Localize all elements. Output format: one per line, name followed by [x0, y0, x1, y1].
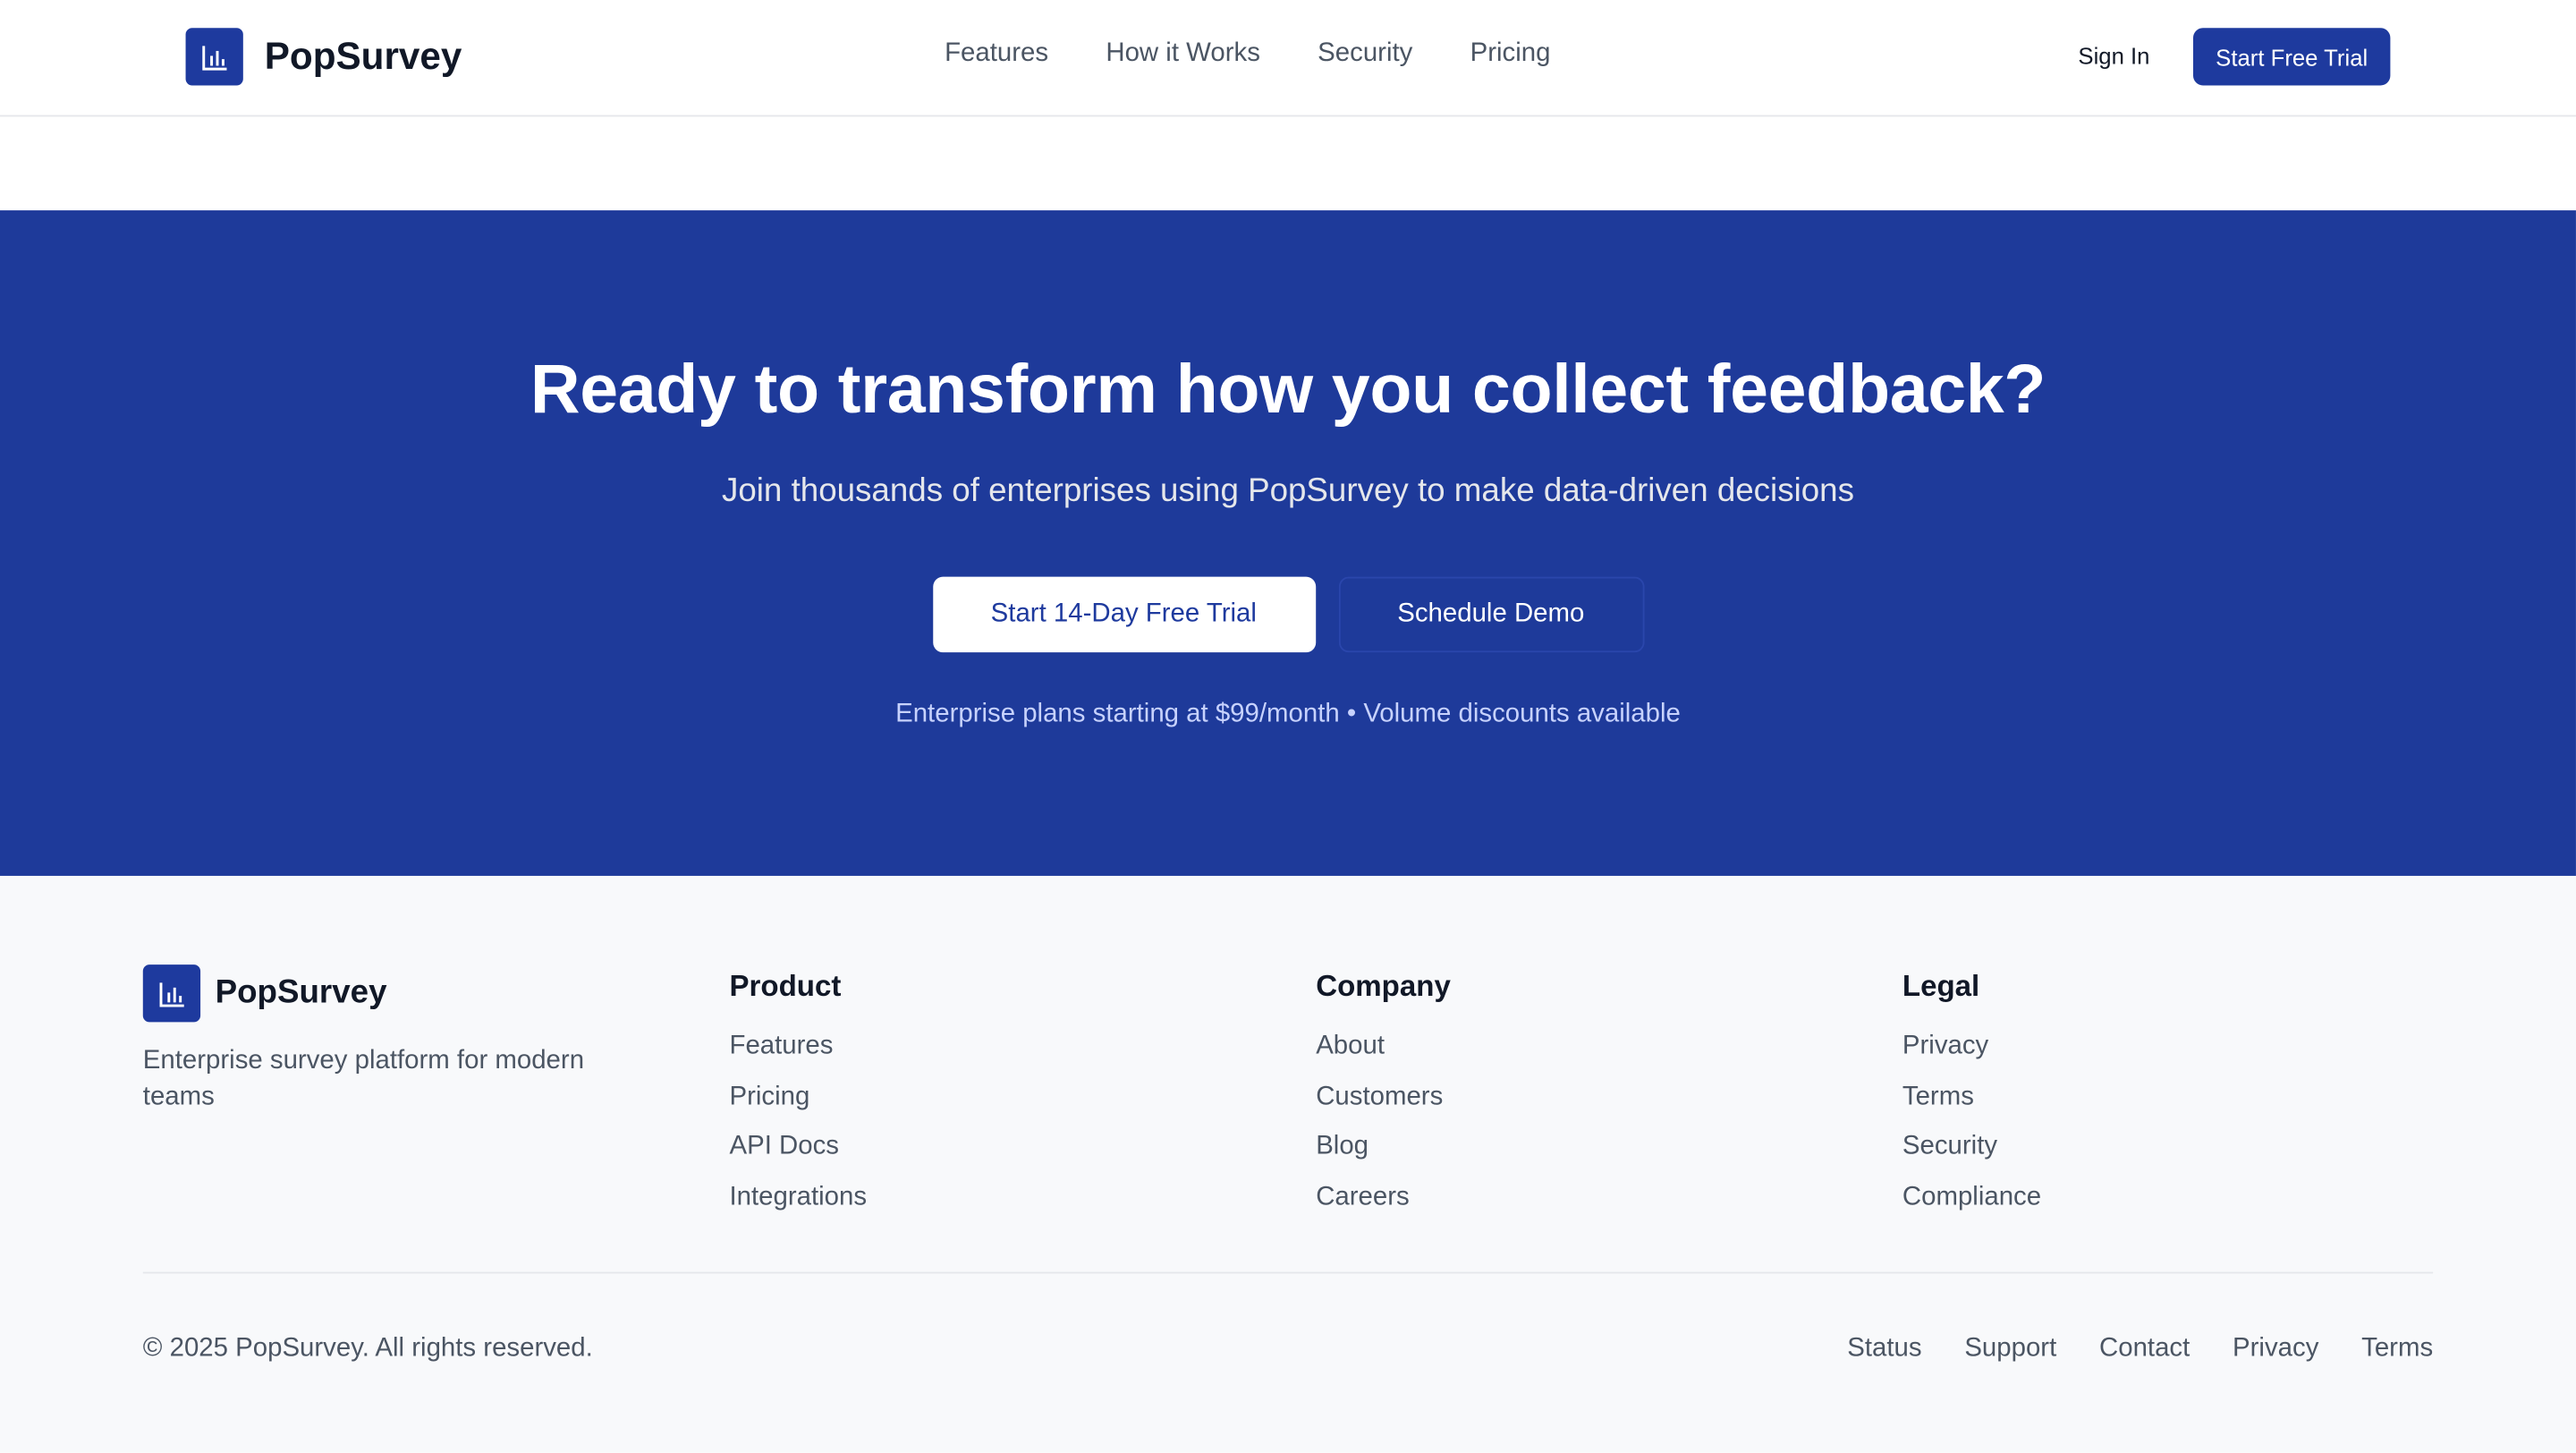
footer-divider — [142, 1271, 2434, 1274]
footer-column-company: Company About Customers Blog Careers — [1316, 970, 1451, 1231]
nav-features[interactable]: Features — [945, 39, 1048, 69]
bottom-link-privacy[interactable]: Privacy — [2233, 1334, 2318, 1364]
footer-link-blog[interactable]: Blog — [1316, 1131, 1451, 1181]
top-header: PopSurvey Features How it Works Security… — [0, 0, 2576, 117]
footer-column-product: Product Features Pricing API Docs Integr… — [729, 970, 867, 1231]
footer-link-features[interactable]: Features — [729, 1031, 867, 1081]
page: PopSurvey Features How it Works Security… — [0, 0, 2576, 1453]
footer-link-compliance[interactable]: Compliance — [1902, 1181, 2041, 1231]
start-14-day-trial-button[interactable]: Start 14-Day Free Trial — [932, 576, 1316, 653]
footer-bottom-links: Status Support Contact Privacy Terms — [1847, 1334, 2433, 1364]
footer-link-terms[interactable]: Terms — [1902, 1081, 2041, 1131]
brand-logo[interactable]: PopSurvey — [185, 28, 462, 86]
footer-link-about[interactable]: About — [1316, 1031, 1451, 1081]
cta-subtitle: Join thousands of enterprises using PopS… — [721, 472, 1854, 510]
footer-brand-logo[interactable]: PopSurvey — [142, 964, 387, 1023]
brand-name: PopSurvey — [264, 34, 462, 78]
footer-column-legal: Legal Privacy Terms Security Compliance — [1902, 970, 2041, 1231]
nav-pricing[interactable]: Pricing — [1470, 39, 1551, 69]
nav-security[interactable]: Security — [1318, 39, 1412, 69]
pricing-note: Enterprise plans starting at $99/month •… — [895, 700, 1681, 728]
sign-in-link[interactable]: Sign In — [2078, 43, 2149, 69]
cta-title: Ready to transform how you collect feedb… — [530, 350, 2046, 428]
bar-chart-icon — [142, 964, 201, 1023]
footer-link-privacy[interactable]: Privacy — [1902, 1031, 2041, 1081]
footer-link-pricing[interactable]: Pricing — [729, 1081, 867, 1131]
schedule-demo-button[interactable]: Schedule Demo — [1337, 576, 1644, 653]
bottom-link-contact[interactable]: Contact — [2099, 1334, 2190, 1364]
bottom-link-status[interactable]: Status — [1847, 1334, 1921, 1364]
nav-how-it-works[interactable]: How it Works — [1106, 39, 1260, 69]
copyright-text: © 2025 PopSurvey. All rights reserved. — [142, 1334, 593, 1363]
cta-buttons: Start 14-Day Free Trial Schedule Demo — [0, 576, 2576, 653]
main-nav: Features How it Works Security Pricing — [945, 39, 1550, 69]
footer-tagline: Enterprise survey platform for modern te… — [142, 1046, 585, 1111]
bar-chart-icon — [185, 28, 243, 86]
footer-brand-name: PopSurvey — [215, 974, 387, 1011]
footer-link-api-docs[interactable]: API Docs — [729, 1131, 867, 1181]
footer-column-title: Company — [1316, 969, 1451, 1003]
cta-section: Ready to transform how you collect feedb… — [0, 210, 2576, 876]
footer-link-careers[interactable]: Careers — [1316, 1181, 1451, 1231]
footer-link-integrations[interactable]: Integrations — [729, 1181, 867, 1231]
footer-link-customers[interactable]: Customers — [1316, 1081, 1451, 1131]
site-footer: PopSurvey Enterprise survey platform for… — [0, 875, 2576, 1453]
footer-column-title: Product — [729, 969, 842, 1003]
bottom-link-terms[interactable]: Terms — [2361, 1334, 2433, 1364]
footer-column-title: Legal — [1902, 969, 1980, 1003]
bottom-link-support[interactable]: Support — [1964, 1334, 2056, 1364]
footer-link-security[interactable]: Security — [1902, 1131, 2041, 1181]
start-free-trial-button[interactable]: Start Free Trial — [2192, 28, 2391, 86]
